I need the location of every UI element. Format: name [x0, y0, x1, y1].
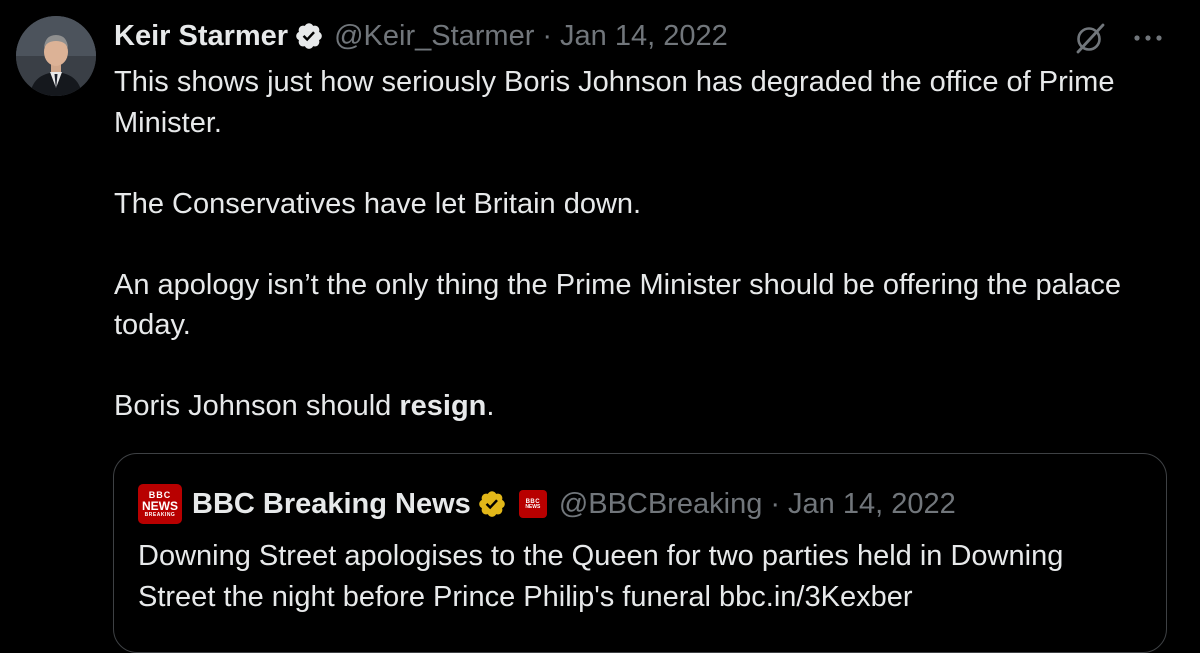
tweet-paragraph-1: This shows just how seriously Boris John… — [114, 66, 1115, 139]
grok-icon[interactable] — [1068, 18, 1112, 58]
separator-dot: · — [542, 19, 553, 52]
quoted-tweet[interactable]: BBC NEWS BREAKING BBC Breaking News BBC … — [113, 453, 1167, 653]
tweet-paragraph-3: An apology isn’t the only thing the Prim… — [114, 268, 1122, 342]
tweet-text-segment: Boris Johnson should — [114, 390, 400, 422]
logo-line-3: BREAKING — [144, 511, 176, 518]
affiliate-line-2: NEWS — [525, 503, 541, 510]
author-display-name[interactable]: Keir Starmer — [114, 20, 288, 53]
author-avatar[interactable] — [16, 16, 96, 96]
tweet-paragraph-2: The Conservatives have let Britain down. — [114, 187, 642, 220]
verified-badge-icon[interactable] — [294, 21, 324, 51]
quoted-tweet-header: BBC NEWS BREAKING BBC Breaking News BBC … — [138, 484, 956, 524]
tweet-bold-text: resign — [399, 390, 487, 422]
quoted-tweet-text: Downing Street apologises to the Queen f… — [138, 540, 1064, 613]
bbc-breaking-news-avatar[interactable]: BBC NEWS BREAKING — [138, 484, 182, 524]
tweet-date[interactable]: Jan 14, 2022 — [560, 20, 728, 53]
quoted-author-handle[interactable]: @BBCBreaking — [559, 488, 763, 521]
gold-verified-badge-icon[interactable] — [477, 489, 507, 519]
bbc-affiliate-badge-icon[interactable]: BBC NEWS — [518, 490, 547, 518]
logo-line-2: NEWS — [142, 498, 178, 513]
tweet-body: This shows just how seriously Boris John… — [114, 62, 1174, 427]
separator-dot: · — [770, 487, 781, 520]
author-avatar-image — [16, 16, 96, 96]
quoted-tweet-body: Downing Street apologises to the Queen f… — [138, 536, 1148, 618]
more-options-icon[interactable] — [1128, 22, 1168, 54]
tweet-header: Keir Starmer @Keir_Starmer · Jan 14, 202… — [114, 16, 728, 56]
tweet-text-segment: . — [486, 390, 495, 422]
quoted-tweet-date[interactable]: Jan 14, 2022 — [788, 488, 956, 521]
tweet-paragraph-4: Boris Johnson should resign. — [114, 386, 1174, 427]
quoted-author-display-name[interactable]: BBC Breaking News — [192, 488, 471, 521]
tweet[interactable]: Keir Starmer @Keir_Starmer · Jan 14, 202… — [0, 0, 1200, 653]
author-handle[interactable]: @Keir_Starmer — [334, 20, 534, 53]
